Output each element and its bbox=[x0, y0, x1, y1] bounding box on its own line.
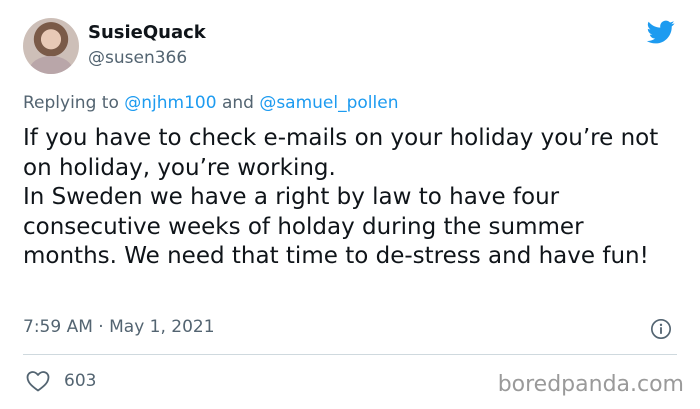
avatar[interactable] bbox=[23, 18, 79, 74]
heart-icon[interactable] bbox=[26, 370, 50, 392]
mention-samuel-pollen[interactable]: @samuel_pollen bbox=[259, 93, 398, 113]
tweet-paragraph-1: If you have to check e-mails on your hol… bbox=[23, 125, 659, 181]
meta-separator: · bbox=[98, 317, 104, 337]
info-icon[interactable] bbox=[650, 318, 672, 340]
avatar-shoulders bbox=[29, 56, 73, 74]
tweet-time: 7:59 AM bbox=[23, 317, 93, 337]
tweet-timestamp[interactable]: 7:59 AM · May 1, 2021 bbox=[23, 317, 215, 337]
watermark: boredpanda.com bbox=[497, 372, 684, 397]
reply-prefix: Replying to bbox=[23, 93, 119, 113]
tweet-date: May 1, 2021 bbox=[109, 317, 215, 337]
divider bbox=[23, 354, 677, 355]
tweet-text: If you have to check e-mails on your hol… bbox=[23, 124, 683, 272]
mention-njhm100[interactable]: @njhm100 bbox=[124, 93, 216, 113]
twitter-bird-icon[interactable] bbox=[644, 18, 678, 46]
user-handle[interactable]: @susen366 bbox=[88, 48, 187, 68]
display-name[interactable]: SusieQuack bbox=[88, 22, 206, 43]
replying-to: Replying to @njhm100 and @samuel_pollen bbox=[23, 93, 399, 113]
tweet-paragraph-2: In Sweden we have a right by law to have… bbox=[23, 184, 649, 269]
reply-connector: and bbox=[221, 93, 254, 113]
like-count: 603 bbox=[64, 371, 97, 391]
